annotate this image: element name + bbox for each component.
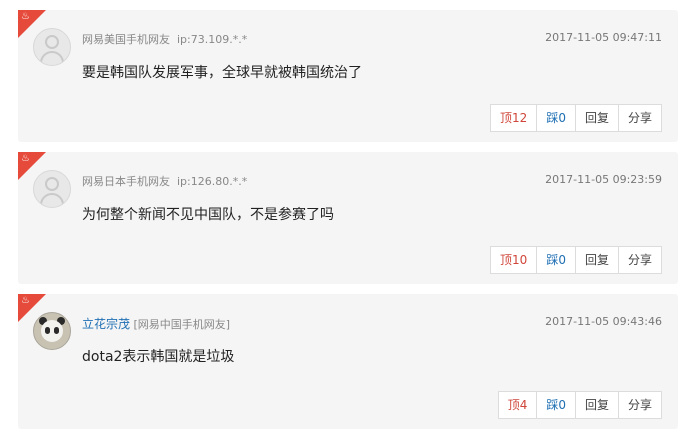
comment-item: ♨ 立花宗茂 [网易中国手机网友] 2017-11-05 09:43:46 do… xyxy=(18,294,678,429)
comment-actions: 顶12 踩0 回复 分享 xyxy=(490,104,662,132)
comment-time: 2017-11-05 09:23:59 xyxy=(545,173,662,186)
comment-item: ♨ 网易美国手机网友 ip:73.109.*.* 2017-11-05 09:4… xyxy=(18,10,678,142)
upvote-button[interactable]: 顶4 xyxy=(499,392,537,418)
default-avatar-icon[interactable] xyxy=(33,170,71,208)
comment-text: 要是韩国队发展军事，全球早就被韩国统治了 xyxy=(82,65,362,81)
user-ip: ip:126.80.*.* xyxy=(177,175,248,188)
upvote-button[interactable]: 顶12 xyxy=(491,105,536,131)
comment-item: ♨ 网易日本手机网友 ip:126.80.*.* 2017-11-05 09:2… xyxy=(18,152,678,284)
comment-actions: 顶4 踩0 回复 分享 xyxy=(497,391,662,419)
reply-button[interactable]: 回复 xyxy=(574,392,618,418)
reply-button[interactable]: 回复 xyxy=(574,105,618,131)
comment-text: 为何整个新闻不见中国队，不是参赛了吗 xyxy=(82,207,334,223)
flame-icon: ♨ xyxy=(21,153,30,164)
share-button[interactable]: 分享 xyxy=(617,105,661,131)
downvote-button[interactable]: 踩0 xyxy=(536,247,575,273)
user-ip: ip:73.109.*.* xyxy=(177,33,248,46)
comment-meta: 立花宗茂 [网易中国手机网友] xyxy=(82,315,230,332)
flame-icon: ♨ xyxy=(21,11,30,22)
user-location: 网易日本手机网友 xyxy=(82,175,170,188)
upvote-button[interactable]: 顶10 xyxy=(491,247,536,273)
default-avatar-icon[interactable] xyxy=(33,28,71,66)
comment-time: 2017-11-05 09:47:11 xyxy=(545,31,662,44)
comment-text: dota2表示韩国就是垃圾 xyxy=(82,349,235,365)
downvote-button[interactable]: 踩0 xyxy=(536,392,575,418)
reply-button[interactable]: 回复 xyxy=(574,247,618,273)
flame-icon: ♨ xyxy=(21,295,30,306)
user-location: [网易中国手机网友] xyxy=(133,318,231,331)
user-location: 网易美国手机网友 xyxy=(82,33,170,46)
share-button[interactable]: 分享 xyxy=(617,392,661,418)
comment-time: 2017-11-05 09:43:46 xyxy=(545,315,662,328)
downvote-button[interactable]: 踩0 xyxy=(536,105,575,131)
comment-meta: 网易日本手机网友 ip:126.80.*.* xyxy=(82,173,247,189)
panda-avatar[interactable] xyxy=(33,312,71,350)
share-button[interactable]: 分享 xyxy=(617,247,661,273)
username-link[interactable]: 立花宗茂 xyxy=(82,317,130,331)
comment-meta: 网易美国手机网友 ip:73.109.*.* xyxy=(82,31,247,47)
comment-actions: 顶10 踩0 回复 分享 xyxy=(490,246,662,274)
